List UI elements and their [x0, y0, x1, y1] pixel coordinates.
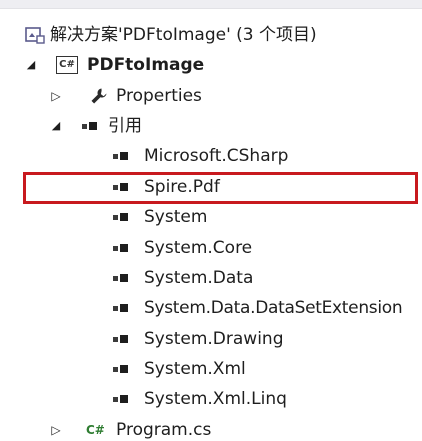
reference-icon	[113, 384, 128, 414]
reference-item[interactable]: System.Data.DataSetExtension	[0, 293, 422, 323]
wrench-icon	[90, 81, 108, 111]
reference-icon	[113, 263, 128, 293]
reference-label: System	[144, 207, 208, 227]
project-label: PDFtoImage	[87, 55, 205, 75]
tree-item-solution[interactable]: 解决方案'PDFtoImage' (3 个项目)	[0, 20, 422, 50]
expanded-arrow-icon[interactable]: ◢	[24, 50, 38, 80]
expanded-arrow-icon[interactable]: ◢	[49, 111, 63, 141]
reference-icon	[113, 324, 128, 354]
reference-icon	[113, 293, 128, 323]
solution-icon	[25, 20, 45, 50]
tree-item-references[interactable]: ◢ 引用	[0, 111, 422, 141]
tree-item-program-file[interactable]: ▷ C# Program.cs	[0, 415, 422, 441]
reference-item[interactable]: System.Data	[0, 263, 422, 293]
reference-icon	[113, 202, 128, 232]
reference-item[interactable]: System.Core	[0, 233, 422, 263]
reference-item[interactable]: System.Drawing	[0, 324, 422, 354]
collapsed-arrow-icon[interactable]: ▷	[49, 81, 63, 111]
reference-label: System.Xml	[144, 359, 246, 379]
reference-label: System.Xml.Linq	[144, 389, 287, 409]
reference-label: Microsoft.CSharp	[144, 146, 289, 166]
reference-item[interactable]: System.Xml	[0, 354, 422, 384]
references-label: 引用	[108, 116, 142, 136]
reference-item[interactable]: System.Xml.Linq	[0, 384, 422, 414]
collapsed-arrow-icon[interactable]: ▷	[49, 415, 63, 441]
reference-label: System.Core	[144, 238, 253, 258]
reference-icon	[113, 141, 128, 171]
highlight-annotation-box	[23, 172, 418, 204]
top-scroll-edge	[0, 0, 422, 9]
reference-icon	[113, 233, 128, 263]
reference-item[interactable]: System	[0, 202, 422, 232]
csharp-project-icon: C#	[56, 50, 78, 80]
reference-label: System.Data	[144, 268, 254, 288]
tree-item-project[interactable]: ◢ C# PDFtoImage	[0, 50, 422, 80]
tree-item-properties[interactable]: ▷ Properties	[0, 81, 422, 111]
reference-icon	[113, 354, 128, 384]
properties-label: Properties	[116, 86, 202, 106]
reference-label: System.Data.DataSetExtension	[144, 298, 403, 318]
references-icon	[82, 111, 97, 141]
solution-label: 解决方案'PDFtoImage' (3 个项目)	[50, 25, 317, 45]
reference-item[interactable]: Microsoft.CSharp	[0, 141, 422, 171]
csharp-file-icon: C#	[86, 423, 105, 437]
reference-label: System.Drawing	[144, 329, 284, 349]
program-file-label: Program.cs	[116, 420, 212, 440]
